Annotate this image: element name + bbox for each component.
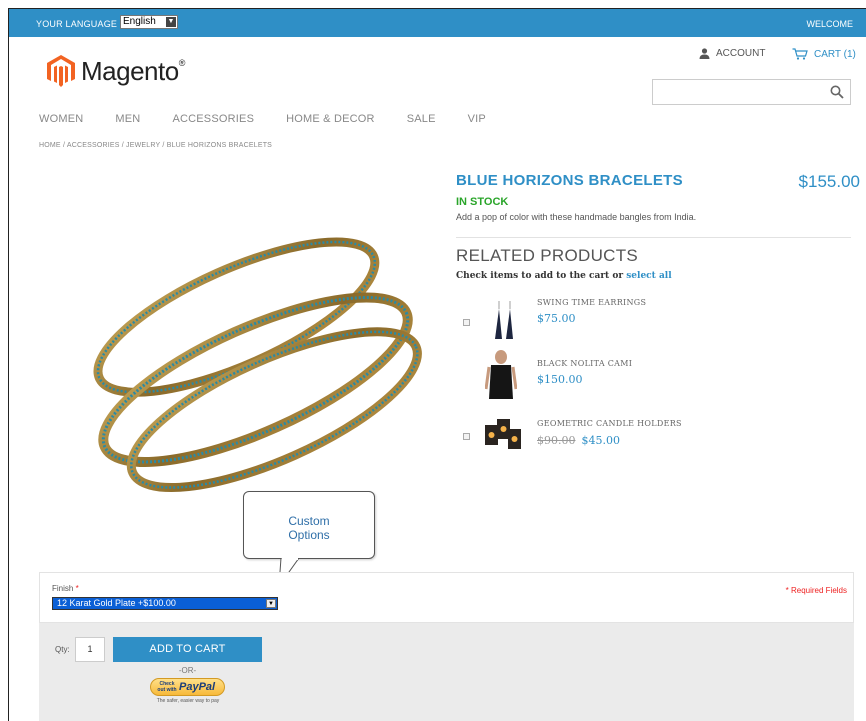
- nav-item-accessories[interactable]: ACCESSORIES: [172, 113, 254, 125]
- top-bar: YOUR LANGUAGE English ▼ WELCOME: [9, 9, 866, 37]
- related-products-subtitle: Check items to add to the cart or select…: [456, 271, 672, 281]
- paypal-checkout-text: Check out with: [157, 681, 177, 693]
- main-nav: WOMEN MEN ACCESSORIES HOME & DECOR SALE …: [39, 113, 518, 125]
- divider: [456, 237, 851, 238]
- custom-options-panel: Finish * 12 Karat Gold Plate +$100.00 ▼ …: [39, 572, 854, 623]
- earrings-thumbnail-icon[interactable]: [489, 299, 519, 341]
- related-item-name[interactable]: SWING TIME EARRINGS: [537, 298, 646, 307]
- cami-thumbnail-icon[interactable]: [485, 349, 517, 401]
- or-separator: -OR-: [178, 666, 197, 675]
- cart-icon: [792, 48, 808, 60]
- finish-label-text: Finish: [52, 584, 74, 593]
- logo-wordmark: Magento: [81, 56, 179, 86]
- nav-item-vip[interactable]: VIP: [468, 113, 486, 125]
- product-image[interactable]: [39, 169, 444, 569]
- paypal-tagline: The safer, easier way to pay: [156, 698, 220, 704]
- account-link[interactable]: ACCOUNT: [699, 48, 765, 59]
- callout-line-1: Custom: [288, 514, 330, 528]
- cart-label: CART (1): [814, 48, 856, 60]
- language-label: YOUR LANGUAGE: [36, 19, 118, 29]
- required-star: *: [75, 584, 79, 593]
- callout-line-2: Options: [288, 528, 330, 542]
- required-fields-note: * Required Fields: [785, 586, 847, 595]
- stock-status: IN STOCK: [456, 196, 509, 208]
- search-input[interactable]: [652, 79, 851, 105]
- cart-link[interactable]: CART (1): [792, 48, 856, 60]
- related-item-checkbox[interactable]: [463, 319, 470, 326]
- related-subtitle-text: Check items to add to the cart or: [456, 271, 624, 281]
- related-item-price: $45.00: [581, 434, 621, 447]
- qty-input[interactable]: 1: [75, 637, 105, 662]
- related-item-checkbox[interactable]: [463, 433, 470, 440]
- language-select[interactable]: English ▼: [120, 15, 178, 29]
- nav-item-women[interactable]: WOMEN: [39, 113, 83, 125]
- candle-holders-thumbnail-icon[interactable]: [483, 415, 523, 451]
- account-label: ACCOUNT: [716, 48, 766, 59]
- related-products-title: RELATED PRODUCTS: [456, 246, 639, 265]
- product-title: BLUE HORIZONS BRACELETS: [456, 172, 683, 189]
- product-price: $155.00: [798, 172, 860, 191]
- related-item-price-group: $90.00 $45.00: [537, 434, 620, 447]
- language-value: English: [123, 16, 156, 27]
- add-to-cart-panel: Qty: 1 ADD TO CART -OR- Check out with P…: [39, 623, 854, 721]
- custom-options-callout: Custom Options: [243, 491, 375, 559]
- related-item-name[interactable]: GEOMETRIC CANDLE HOLDERS: [537, 419, 682, 428]
- page-frame: YOUR LANGUAGE English ▼ WELCOME Magento®…: [8, 8, 866, 721]
- welcome-message: WELCOME: [806, 19, 853, 29]
- user-icon: [699, 48, 710, 59]
- select-all-link[interactable]: select all: [626, 271, 671, 281]
- search-icon[interactable]: [830, 85, 844, 99]
- add-to-cart-button[interactable]: ADD TO CART: [113, 637, 262, 662]
- paypal-logo: PayPal: [179, 681, 216, 693]
- related-item-price: $150.00: [537, 373, 583, 386]
- logo-text[interactable]: Magento®: [81, 56, 185, 87]
- product-description: Add a pop of color with these handmade b…: [456, 212, 697, 222]
- chevron-down-icon: ▼: [166, 17, 176, 27]
- related-item-price: $75.00: [537, 312, 576, 325]
- finish-label: Finish *: [52, 584, 79, 593]
- magento-logo-icon[interactable]: [47, 55, 75, 87]
- logo-registered-mark: ®: [178, 58, 186, 68]
- related-item-name[interactable]: BLACK NOLITA CAMI: [537, 359, 632, 368]
- nav-item-home-decor[interactable]: HOME & DECOR: [286, 113, 375, 125]
- qty-label: Qty:: [55, 645, 70, 654]
- finish-select-value: 12 Karat Gold Plate +$100.00: [57, 598, 176, 608]
- finish-select[interactable]: 12 Karat Gold Plate +$100.00 ▼: [52, 597, 278, 610]
- nav-item-men[interactable]: MEN: [115, 113, 140, 125]
- chevron-down-icon: ▼: [266, 599, 276, 608]
- breadcrumb[interactable]: HOME / ACCESSORIES / JEWELRY / BLUE HORI…: [39, 142, 272, 149]
- paypal-checkout-button[interactable]: Check out with PayPal: [150, 678, 225, 696]
- nav-item-sale[interactable]: SALE: [407, 113, 436, 125]
- related-item-old-price: $90.00: [537, 434, 576, 447]
